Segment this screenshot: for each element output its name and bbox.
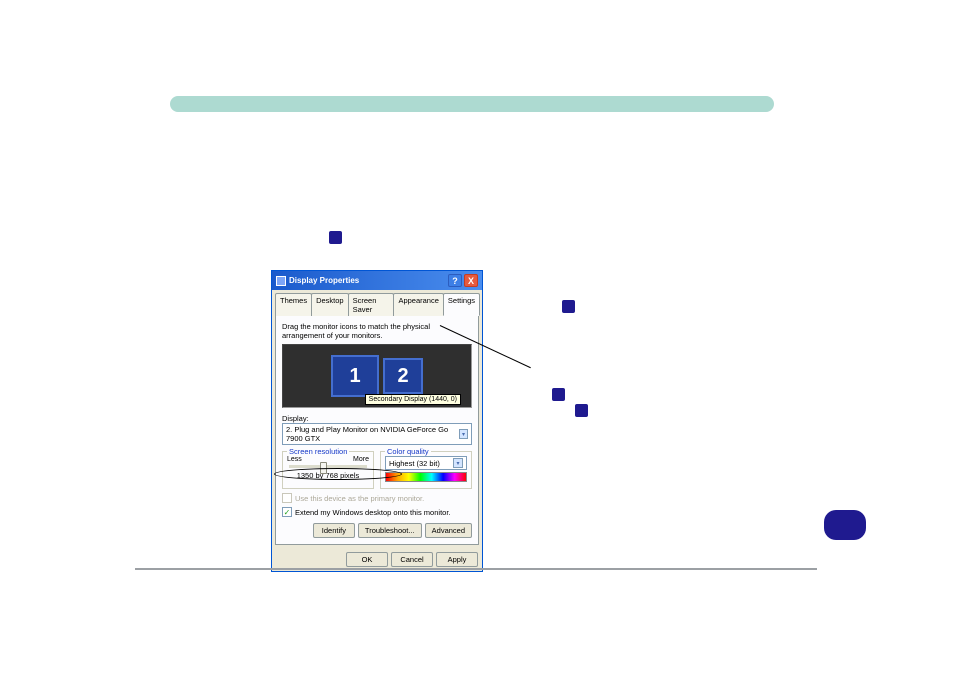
settings-panel: Drag the monitor icons to match the phys… (275, 315, 479, 545)
apply-button[interactable]: Apply (436, 552, 478, 567)
ok-button[interactable]: OK (346, 552, 388, 567)
callout-marker (329, 231, 342, 244)
resolution-title: Screen resolution (287, 447, 349, 456)
color-value: Highest (32 bit) (389, 459, 440, 468)
tab-appearance[interactable]: Appearance (393, 293, 443, 316)
color-title: Color quality (385, 447, 431, 456)
res-more: More (353, 456, 369, 463)
display-icon (276, 276, 286, 286)
chevron-down-icon: ▾ (459, 429, 468, 439)
help-button[interactable]: ? (448, 274, 462, 287)
primary-checkbox-label: Use this device as the primary monitor. (295, 494, 424, 503)
extend-checkbox-label: Extend my Windows desktop onto this moni… (295, 508, 451, 517)
bottom-divider (135, 568, 817, 570)
tabs: Themes Desktop Screen Saver Appearance S… (272, 290, 482, 316)
callout-marker (552, 388, 565, 401)
display-value: 2. Plug and Play Monitor on NVIDIA GeFor… (286, 425, 459, 443)
color-preview (385, 472, 467, 482)
resolution-slider[interactable] (289, 465, 367, 468)
tab-themes[interactable]: Themes (275, 293, 312, 316)
resolution-group: Screen resolution Less More 1350 by 768 … (282, 451, 374, 489)
header-bar (170, 96, 774, 112)
troubleshoot-button[interactable]: Troubleshoot... (358, 523, 422, 538)
monitor-1[interactable]: 1 (331, 355, 379, 397)
primary-monitor-checkbox-row: Use this device as the primary monitor. (282, 493, 472, 503)
res-less: Less (287, 456, 302, 463)
checkbox-icon[interactable]: ✓ (282, 507, 292, 517)
display-dropdown[interactable]: 2. Plug and Play Monitor on NVIDIA GeFor… (282, 423, 472, 445)
slider-thumb[interactable] (320, 462, 327, 474)
tab-screensaver[interactable]: Screen Saver (348, 293, 395, 316)
monitor-arrangement[interactable]: 1 2 Secondary Display (1440, 0) (282, 344, 472, 408)
advanced-button[interactable]: Advanced (425, 523, 472, 538)
extend-desktop-checkbox-row[interactable]: ✓ Extend my Windows desktop onto this mo… (282, 507, 472, 517)
display-properties-dialog: Display Properties ? X Themes Desktop Sc… (271, 270, 483, 572)
callout-marker (562, 300, 575, 313)
display-label: Display: (282, 414, 472, 423)
chevron-down-icon: ▾ (453, 458, 463, 468)
color-group: Color quality Highest (32 bit) ▾ (380, 451, 472, 489)
monitor-tooltip: Secondary Display (1440, 0) (365, 394, 461, 405)
title-bar: Display Properties ? X (272, 271, 482, 290)
color-dropdown[interactable]: Highest (32 bit) ▾ (385, 456, 467, 470)
tab-desktop[interactable]: Desktop (311, 293, 349, 316)
tab-settings[interactable]: Settings (443, 293, 480, 316)
monitor-2[interactable]: 2 (383, 358, 423, 394)
identify-button[interactable]: Identify (313, 523, 355, 538)
instruction-text: Drag the monitor icons to match the phys… (282, 322, 472, 340)
dialog-title: Display Properties (289, 276, 359, 285)
checkbox-icon (282, 493, 292, 503)
close-button[interactable]: X (464, 274, 478, 287)
callout-marker (575, 404, 588, 417)
side-badge (824, 510, 866, 540)
resolution-value: 1350 by 768 pixels (287, 471, 369, 480)
cancel-button[interactable]: Cancel (391, 552, 433, 567)
